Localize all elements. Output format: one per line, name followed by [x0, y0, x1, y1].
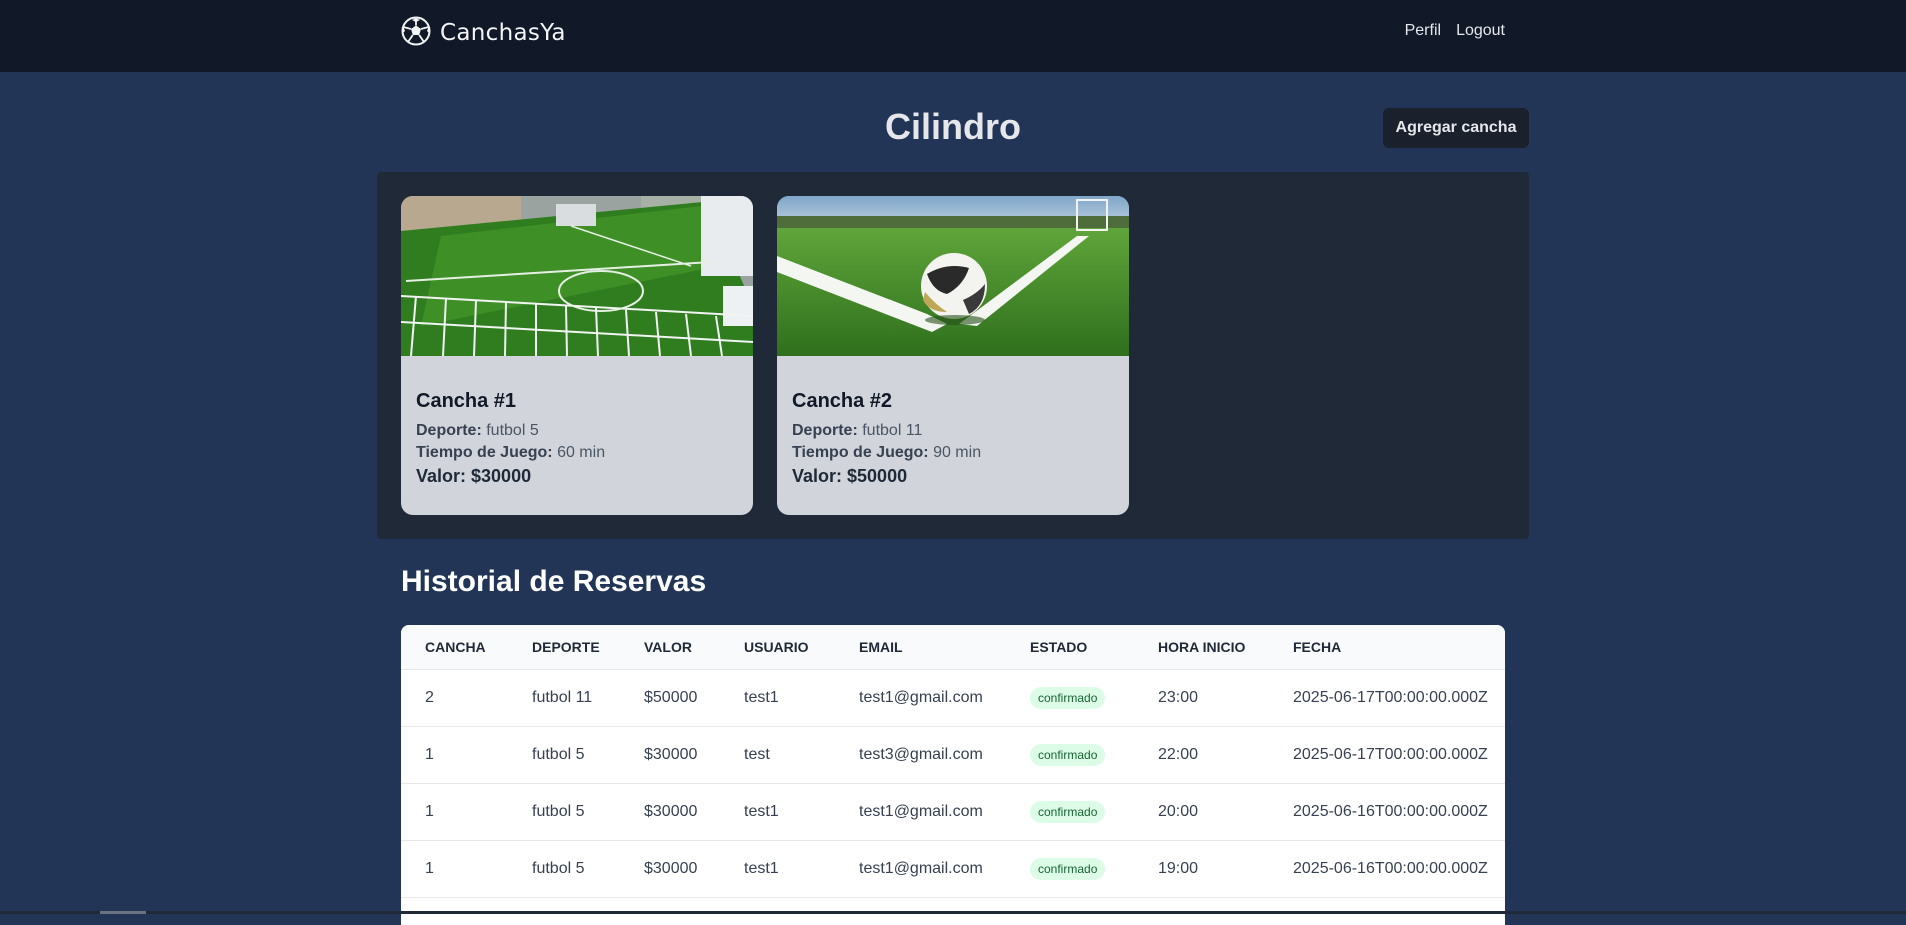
column-header-valor: Valor — [644, 638, 692, 655]
cell-hora-inicio: 19:00 — [1158, 859, 1199, 877]
court-price: Valor: $50000 — [792, 466, 908, 486]
table-row: 1 futbol 5 $30000 test1 test1@gmail.com … — [401, 840, 1505, 897]
court-sport-value: futbol 11 — [862, 422, 923, 439]
cell-cancha: 1 — [425, 802, 434, 820]
court-price: Valor: $30000 — [416, 466, 532, 486]
cell-valor: $30000 — [644, 802, 698, 820]
cell-cancha: 1 — [425, 859, 434, 877]
page-title: Cilindro — [885, 106, 1021, 147]
cell-fecha: 2025-06-17T00:00:00.000Z — [1293, 745, 1488, 763]
court-card[interactable]: Cancha #2 Deporte: futbol 11 Tiempo de J… — [777, 196, 1129, 515]
cell-email: test1@gmail.com — [859, 688, 983, 706]
cell-usuario: test — [744, 745, 770, 763]
column-header-estado: Estado — [1030, 638, 1088, 655]
nav-link-perfil[interactable]: Perfil — [1405, 22, 1441, 40]
column-header-usuario: Usuario — [744, 638, 809, 655]
status-badge: confirmado — [1030, 686, 1106, 709]
status-badge: confirmado — [1030, 800, 1106, 823]
soccer-ball-icon — [401, 16, 431, 51]
nav-links: Perfil Logout — [1405, 22, 1505, 40]
court-duration-label: Tiempo de Juego: — [792, 444, 929, 461]
cell-valor: $30000 — [644, 859, 698, 877]
cell-usuario: test1 — [744, 688, 779, 706]
cell-deporte: futbol 5 — [532, 859, 585, 877]
cell-hora-inicio: 20:00 — [1158, 802, 1199, 820]
court-sport-value: futbol 5 — [486, 422, 539, 439]
cell-cancha: 2 — [425, 688, 434, 706]
court-title: Cancha #1 — [416, 390, 517, 412]
cell-hora-inicio: 22:00 — [1158, 745, 1199, 763]
navbar: CanchasYa Perfil Logout — [0, 0, 1906, 72]
cell-usuario: test1 — [744, 859, 779, 877]
status-badge: confirmado — [1030, 743, 1106, 766]
nav-link-logout[interactable]: Logout — [1456, 22, 1505, 40]
court-card-body: Cancha #2 Deporte: futbol 11 Tiempo de J… — [777, 356, 1129, 487]
column-header-hora-inicio: Hora inicio — [1158, 638, 1246, 655]
table-header-row: Cancha Deporte Valor Usuario Email Estad… — [401, 625, 1505, 669]
cell-estado: confirmado — [1006, 726, 1134, 783]
cell-fecha: 2025-06-16T00:00:00.000Z — [1293, 802, 1488, 820]
cell-deporte: futbol 5 — [532, 802, 585, 820]
cell-valor: $30000 — [644, 745, 698, 763]
table-header: Cancha Deporte Valor Usuario Email Estad… — [401, 625, 1505, 669]
cell-fecha: 2025-06-17T00:00:00.000Z — [1293, 688, 1488, 706]
court-sport-line: Deporte: futbol 11 — [792, 422, 1114, 440]
table-row: 2 futbol 11 $50000 test1 test1@gmail.com… — [401, 669, 1505, 726]
cell-valor: $50000 — [644, 688, 698, 706]
court-duration-value: 90 min — [933, 444, 982, 461]
cell-estado: confirmado — [1006, 669, 1134, 726]
cell-estado: confirmado — [1006, 840, 1134, 897]
court-duration-line: Tiempo de Juego: 90 min — [792, 444, 1114, 462]
add-court-button[interactable]: Agregar cancha — [1383, 108, 1529, 148]
column-header-fecha: Fecha — [1293, 638, 1342, 655]
brand-link[interactable]: CanchasYa — [401, 16, 566, 50]
court-title: Cancha #2 — [792, 390, 893, 412]
reservations-table: Cancha Deporte Valor Usuario Email Estad… — [401, 625, 1505, 898]
history-title: Historial de Reservas — [401, 565, 707, 598]
table-row: 1 futbol 5 $30000 test test3@gmail.com c… — [401, 726, 1505, 783]
court-photo-image — [401, 196, 753, 356]
status-badge: confirmado — [1030, 857, 1106, 880]
cell-email: test1@gmail.com — [859, 802, 983, 820]
cell-deporte: futbol 5 — [532, 745, 585, 763]
court-sport-line: Deporte: futbol 5 — [416, 422, 738, 440]
cell-usuario: test1 — [744, 802, 779, 820]
court-sport-label: Deporte: — [416, 422, 482, 439]
column-header-deporte: Deporte — [532, 638, 600, 655]
table-row: 1 futbol 5 $30000 test1 test1@gmail.com … — [401, 783, 1505, 840]
court-duration-label: Tiempo de Juego: — [416, 444, 553, 461]
court-duration-line: Tiempo de Juego: 60 min — [416, 444, 738, 462]
cell-email: test1@gmail.com — [859, 859, 983, 877]
cell-email: test3@gmail.com — [859, 745, 983, 763]
court-photo-image — [777, 196, 1129, 356]
column-header-cancha: Cancha — [425, 638, 486, 655]
cell-estado: confirmado — [1006, 783, 1134, 840]
table-body: 2 futbol 11 $50000 test1 test1@gmail.com… — [401, 669, 1505, 897]
court-sport-label: Deporte: — [792, 422, 858, 439]
court-duration-value: 60 min — [557, 444, 606, 461]
court-card[interactable]: Cancha #1 Deporte: futbol 5 Tiempo de Ju… — [401, 196, 753, 515]
cell-hora-inicio: 23:00 — [1158, 688, 1199, 706]
cell-deporte: futbol 11 — [532, 688, 593, 706]
reservations-table-container[interactable]: Cancha Deporte Valor Usuario Email Estad… — [401, 625, 1505, 925]
court-card-body: Cancha #1 Deporte: futbol 5 Tiempo de Ju… — [401, 356, 753, 487]
cell-cancha: 1 — [425, 745, 434, 763]
courts-panel: Cancha #1 Deporte: futbol 5 Tiempo de Ju… — [377, 172, 1529, 539]
brand-name: CanchasYa — [440, 20, 566, 46]
cell-fecha: 2025-06-16T00:00:00.000Z — [1293, 859, 1488, 877]
column-header-email: Email — [859, 638, 903, 655]
